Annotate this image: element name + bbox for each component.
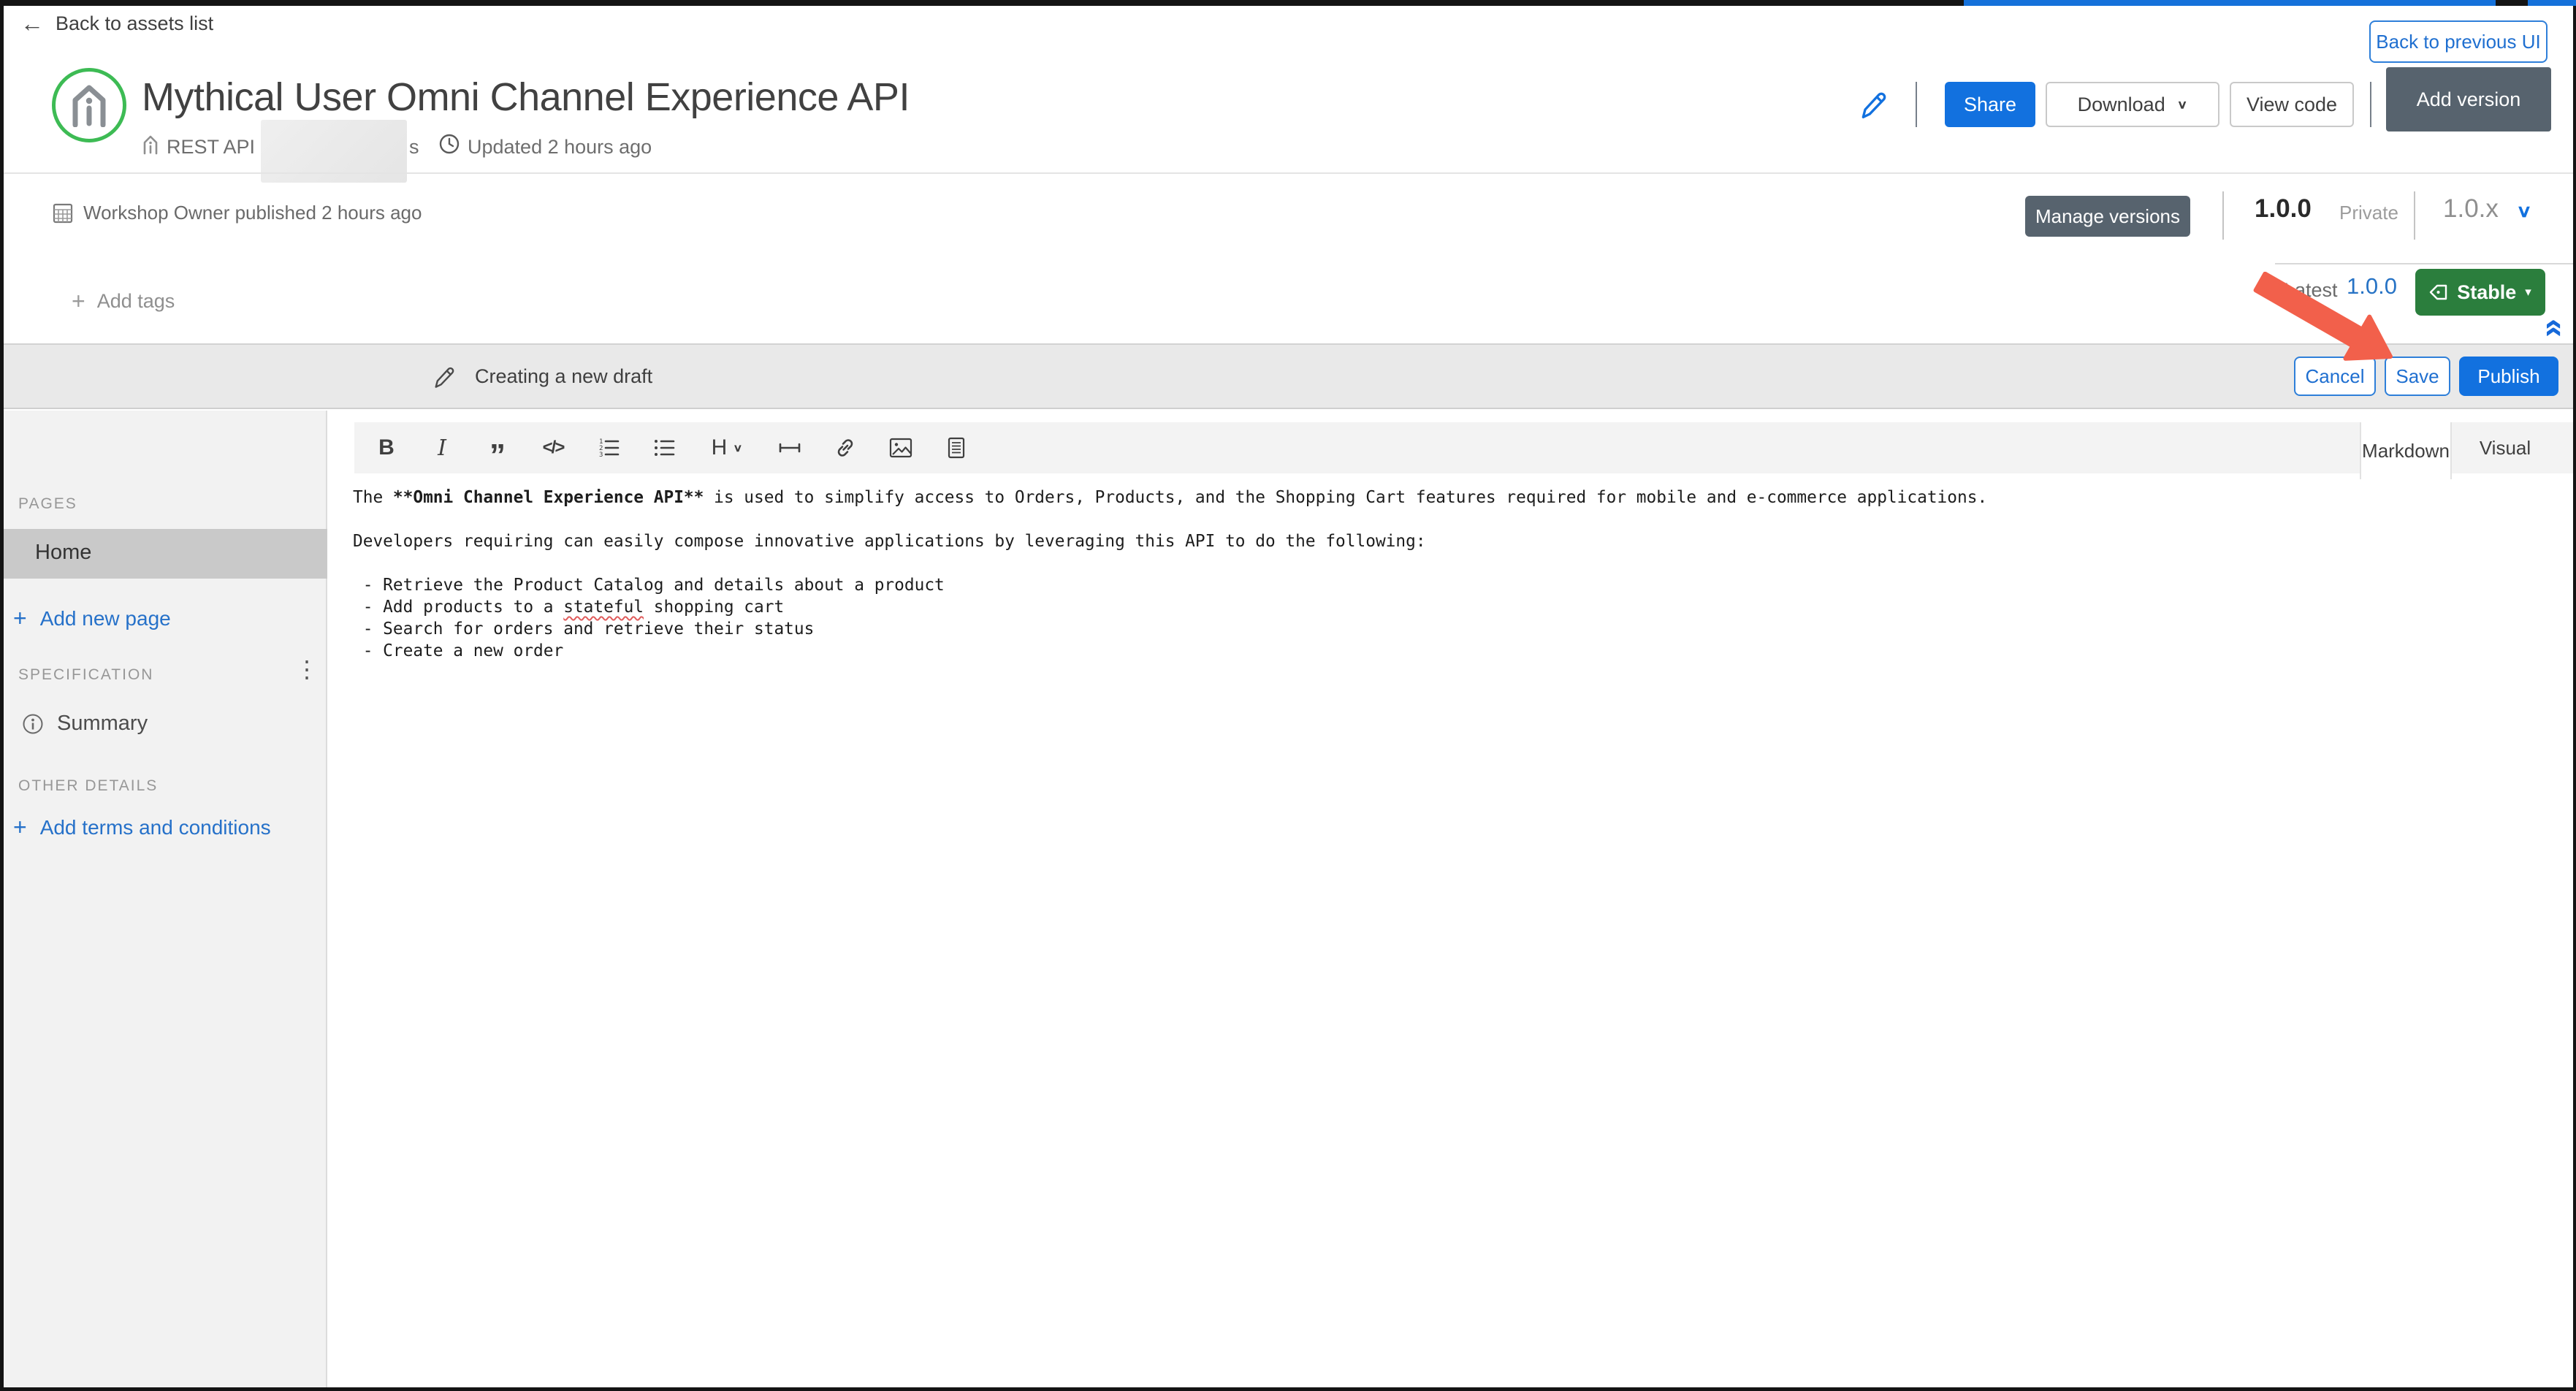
published-info: Workshop Owner published 2 hours ago (53, 202, 422, 224)
source-line: Developers requiring can easily compose … (353, 532, 1426, 551)
save-button[interactable]: Save (2385, 357, 2450, 396)
plus-icon: + (13, 814, 27, 840)
link-icon (837, 439, 853, 457)
source-line: The **Omni Channel Experience API** is u… (353, 488, 1988, 507)
app-window: ← Back to assets list Back to previous U… (0, 0, 2576, 1391)
back-link-label: Back to assets list (56, 12, 214, 34)
calendar-icon (53, 203, 73, 223)
link-button[interactable] (818, 422, 873, 473)
updated-label: Updated 2 hours ago (468, 136, 652, 158)
draft-pencil-icon (431, 359, 454, 393)
clock-icon (438, 133, 460, 155)
pages-section-label: PAGES (18, 495, 77, 512)
asset-type-label: REST API (167, 136, 256, 158)
other-details-section-label: OTHER DETAILS (18, 777, 159, 794)
source-line: - Create a new order (353, 641, 564, 660)
add-tags-button[interactable]: + Add tags (72, 288, 175, 315)
add-terms-button[interactable]: + Add terms and conditions (13, 814, 271, 841)
ordered-list-button[interactable]: 1 2 3 (581, 422, 636, 473)
image-icon (889, 438, 912, 458)
page-title: Mythical User Omni Channel Experience AP… (142, 75, 910, 119)
draft-banner-label: Creating a new draft (475, 365, 653, 387)
tab-markdown[interactable]: Markdown (2360, 422, 2452, 479)
latest-divider (2275, 263, 2576, 264)
divider (1916, 82, 1917, 127)
version-group-dropdown[interactable]: 1.0.x (2443, 194, 2499, 224)
header-divider (0, 172, 2576, 174)
manage-versions-button[interactable]: Manage versions (2025, 196, 2190, 237)
chevron-down-icon[interactable]: ∨ (2516, 202, 2532, 222)
latest-label: Latest (2284, 279, 2338, 301)
draft-banner (0, 343, 2576, 409)
back-to-assets-link[interactable]: ← Back to assets list (20, 12, 213, 35)
rest-api-icon (142, 134, 159, 155)
table-of-contents-button[interactable] (929, 422, 984, 473)
caret-down-icon: ▾ (2525, 285, 2531, 299)
divider (2222, 191, 2224, 240)
markdown-source[interactable]: The **Omni Channel Experience API** is u… (353, 487, 1987, 662)
italic-button[interactable]: I (414, 422, 470, 473)
add-new-page-button[interactable]: + Add new page (13, 605, 171, 632)
divider (2370, 82, 2371, 127)
blockquote-button[interactable]: ” (470, 414, 525, 481)
document-icon (948, 437, 965, 459)
source-line (353, 508, 1987, 530)
chevron-down-icon: ∨ (733, 441, 743, 454)
source-line: - Search for orders and retrieve their s… (353, 620, 815, 639)
window-left-edge (0, 0, 4, 1391)
info-icon (23, 714, 43, 733)
download-button[interactable]: Download ∨ (2046, 82, 2219, 127)
asset-logo (52, 68, 126, 142)
source-line: - Add products to a stateful shopping ca… (353, 598, 785, 617)
editor-toolbar: B I ” </> 1 2 3 H ∨ Markdown Visual (354, 422, 2573, 479)
window-top-strip-blue (1964, 0, 2496, 6)
add-version-button[interactable]: Add version (2386, 67, 2551, 132)
redacted-suffix: s (409, 136, 419, 158)
horizontal-rule-button[interactable] (762, 422, 818, 473)
horizontal-rule-icon (779, 443, 801, 453)
specification-section-label: SPECIFICATION (18, 666, 154, 683)
bold-button[interactable]: B (359, 422, 414, 473)
chevron-down-icon: ∨ (2176, 98, 2188, 112)
code-button[interactable]: </> (525, 422, 581, 473)
sidebar: PAGES Home + Add new page SPECIFICATION … (0, 411, 327, 1387)
plus-icon: + (13, 605, 27, 631)
window-top-strip-blue (2528, 0, 2576, 6)
stable-status-dropdown[interactable]: Stable ▾ (2415, 269, 2545, 316)
bullet-list-button[interactable] (636, 422, 692, 473)
source-line: - Retrieve the Product Catalog and detai… (353, 576, 945, 595)
latest-version-link[interactable]: 1.0.0 (2347, 273, 2397, 300)
bullet-list-icon (655, 440, 675, 456)
view-code-button[interactable]: View code (2230, 82, 2354, 127)
window-bottom-edge (0, 1387, 2576, 1391)
tab-visual[interactable]: Visual (2452, 422, 2558, 473)
visibility-badge: Private (2339, 202, 2398, 224)
publish-button[interactable]: Publish (2459, 357, 2558, 396)
cancel-button[interactable]: Cancel (2294, 357, 2376, 396)
svg-text:3: 3 (599, 451, 603, 458)
house-pin-icon (72, 85, 106, 127)
markdown-editor: B I ” </> 1 2 3 H ∨ Markdown Visual The … (329, 411, 2573, 1387)
source-line (353, 552, 1987, 574)
edit-title-pencil-icon[interactable] (1857, 85, 1886, 123)
plus-icon: + (72, 288, 85, 314)
version-number: 1.0.0 (2255, 194, 2312, 223)
back-arrow-icon: ← (20, 10, 44, 37)
divider (2414, 191, 2415, 240)
published-info-label: Workshop Owner published 2 hours ago (83, 202, 422, 224)
image-button[interactable] (873, 422, 929, 473)
heading-dropdown-button[interactable]: H ∨ (692, 422, 762, 473)
share-button[interactable]: Share (1945, 82, 2035, 127)
collapse-panel-icon[interactable]: « (2537, 319, 2575, 338)
tag-icon (2430, 284, 2447, 300)
ordered-list-icon: 1 2 3 (599, 438, 620, 458)
kebab-menu-icon[interactable]: ⋮ (295, 658, 319, 681)
sidebar-item-summary[interactable]: Summary (22, 712, 148, 736)
sidebar-item-home[interactable]: Home (0, 529, 327, 579)
window-right-edge (2573, 0, 2576, 1391)
back-to-previous-ui-button[interactable]: Back to previous UI (2369, 20, 2548, 63)
